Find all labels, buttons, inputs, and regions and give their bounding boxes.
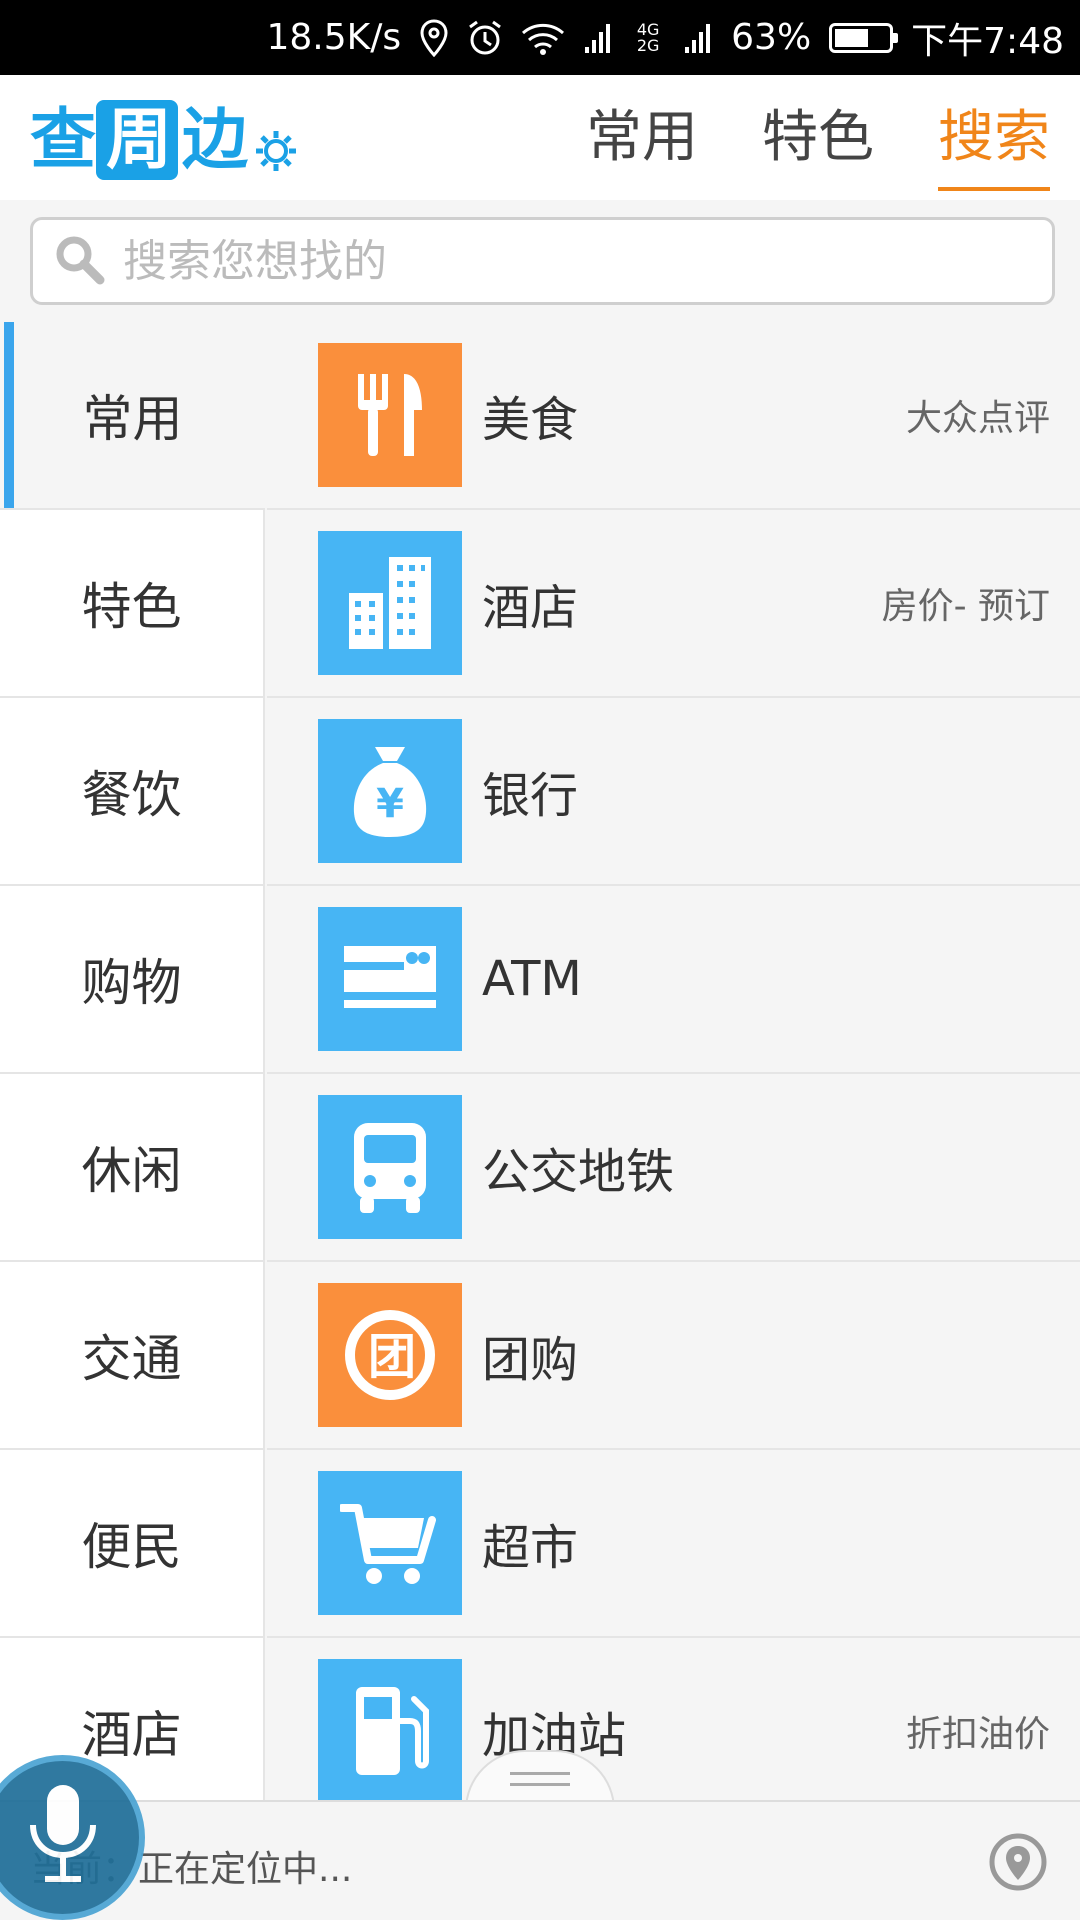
item-note: 折扣油价 (905, 1714, 1050, 1755)
list-item[interactable]: 公交地铁 (267, 1074, 1080, 1262)
clock: 下午7:48 (911, 20, 1064, 62)
search-icon (53, 233, 105, 289)
category-item-common[interactable]: 常用 (0, 322, 265, 510)
location-icon (419, 18, 449, 58)
item-name: 超市 (482, 1520, 579, 1576)
list-item[interactable]: 酒店 房价- 预订 (267, 510, 1080, 698)
money-bag-icon: ¥ (318, 719, 462, 863)
battery-fill (835, 28, 868, 47)
poi-list: 美食 大众点评 酒店 房价- 预订 ¥ 银行 ATM 公交地铁 团 团购 超市 … (267, 322, 1080, 1800)
list-item[interactable]: ¥ 银行 (267, 698, 1080, 886)
category-item-transport[interactable]: 交通 (0, 1262, 265, 1450)
list-item[interactable]: 加油站 折扣油价 (267, 1638, 1080, 1800)
battery-percent: 63% (731, 17, 812, 58)
handle-line (510, 1772, 570, 1775)
category-item-featured[interactable]: 特色 (0, 510, 265, 698)
category-item-services[interactable]: 便民 (0, 1450, 265, 1638)
category-item-leisure[interactable]: 休闲 (0, 1074, 265, 1262)
signal-icon (583, 18, 613, 58)
list-item[interactable]: 美食 大众点评 (267, 322, 1080, 510)
app-logo: 查 周 边 (30, 100, 300, 180)
header-tabs: 常用 特色 搜索 (586, 75, 1050, 200)
signal-icon-2 (683, 18, 713, 58)
list-item[interactable]: ATM (267, 886, 1080, 1074)
network-badge: 4G 2G (636, 19, 660, 55)
alarm-icon (467, 18, 503, 58)
category-item-dining[interactable]: 餐饮 (0, 698, 265, 886)
item-note: 大众点评 (905, 398, 1050, 439)
settings-gear-icon[interactable] (252, 127, 300, 179)
category-sidebar: 常用 特色 餐饮 购物 休闲 交通 便民 酒店 (0, 322, 265, 1800)
list-item[interactable]: 超市 (267, 1450, 1080, 1638)
bus-icon (318, 1095, 462, 1239)
tab-featured[interactable]: 特色 (762, 93, 874, 183)
fork-knife-icon (318, 343, 462, 487)
card-icon (318, 907, 462, 1051)
app-header: 查 周 边 常用 特色 搜索 (0, 75, 1080, 270)
locate-target-icon[interactable] (986, 1830, 1050, 1898)
wifi-icon (521, 18, 565, 58)
item-name: 美食 (482, 392, 579, 448)
item-name: 银行 (482, 768, 579, 824)
search-input[interactable] (123, 235, 1003, 287)
location-bar: 当前：正在定位中... (0, 1800, 1080, 1920)
tab-search[interactable]: 搜索 (938, 93, 1050, 191)
handle-line (510, 1783, 570, 1786)
logo-char-1: 查 (30, 101, 96, 178)
list-item[interactable]: 团 团购 (267, 1262, 1080, 1450)
item-name: 公交地铁 (482, 1144, 675, 1200)
search-box[interactable] (30, 217, 1055, 305)
svg-text:¥: ¥ (376, 781, 404, 827)
item-name: 酒店 (482, 580, 579, 636)
logo-char-3: 边 (182, 101, 248, 178)
svg-text:团: 团 (368, 1329, 416, 1385)
status-bar: 18.5K/s 4G 2G 63% 下午7:48 (0, 0, 1080, 75)
building-icon (318, 531, 462, 675)
item-note: 房价- 预订 (881, 586, 1050, 627)
search-area (0, 200, 1080, 322)
network-speed: 18.5K/s (266, 17, 402, 58)
battery-icon (829, 22, 899, 53)
logo-char-2: 周 (96, 100, 178, 180)
item-name: 团购 (482, 1332, 579, 1388)
group-buy-icon: 团 (318, 1283, 462, 1427)
microphone-icon (23, 1781, 103, 1895)
tab-common[interactable]: 常用 (586, 93, 698, 183)
item-name: ATM (482, 951, 582, 1007)
cart-icon (318, 1471, 462, 1615)
category-item-shopping[interactable]: 购物 (0, 886, 265, 1074)
fuel-icon (318, 1659, 462, 1800)
